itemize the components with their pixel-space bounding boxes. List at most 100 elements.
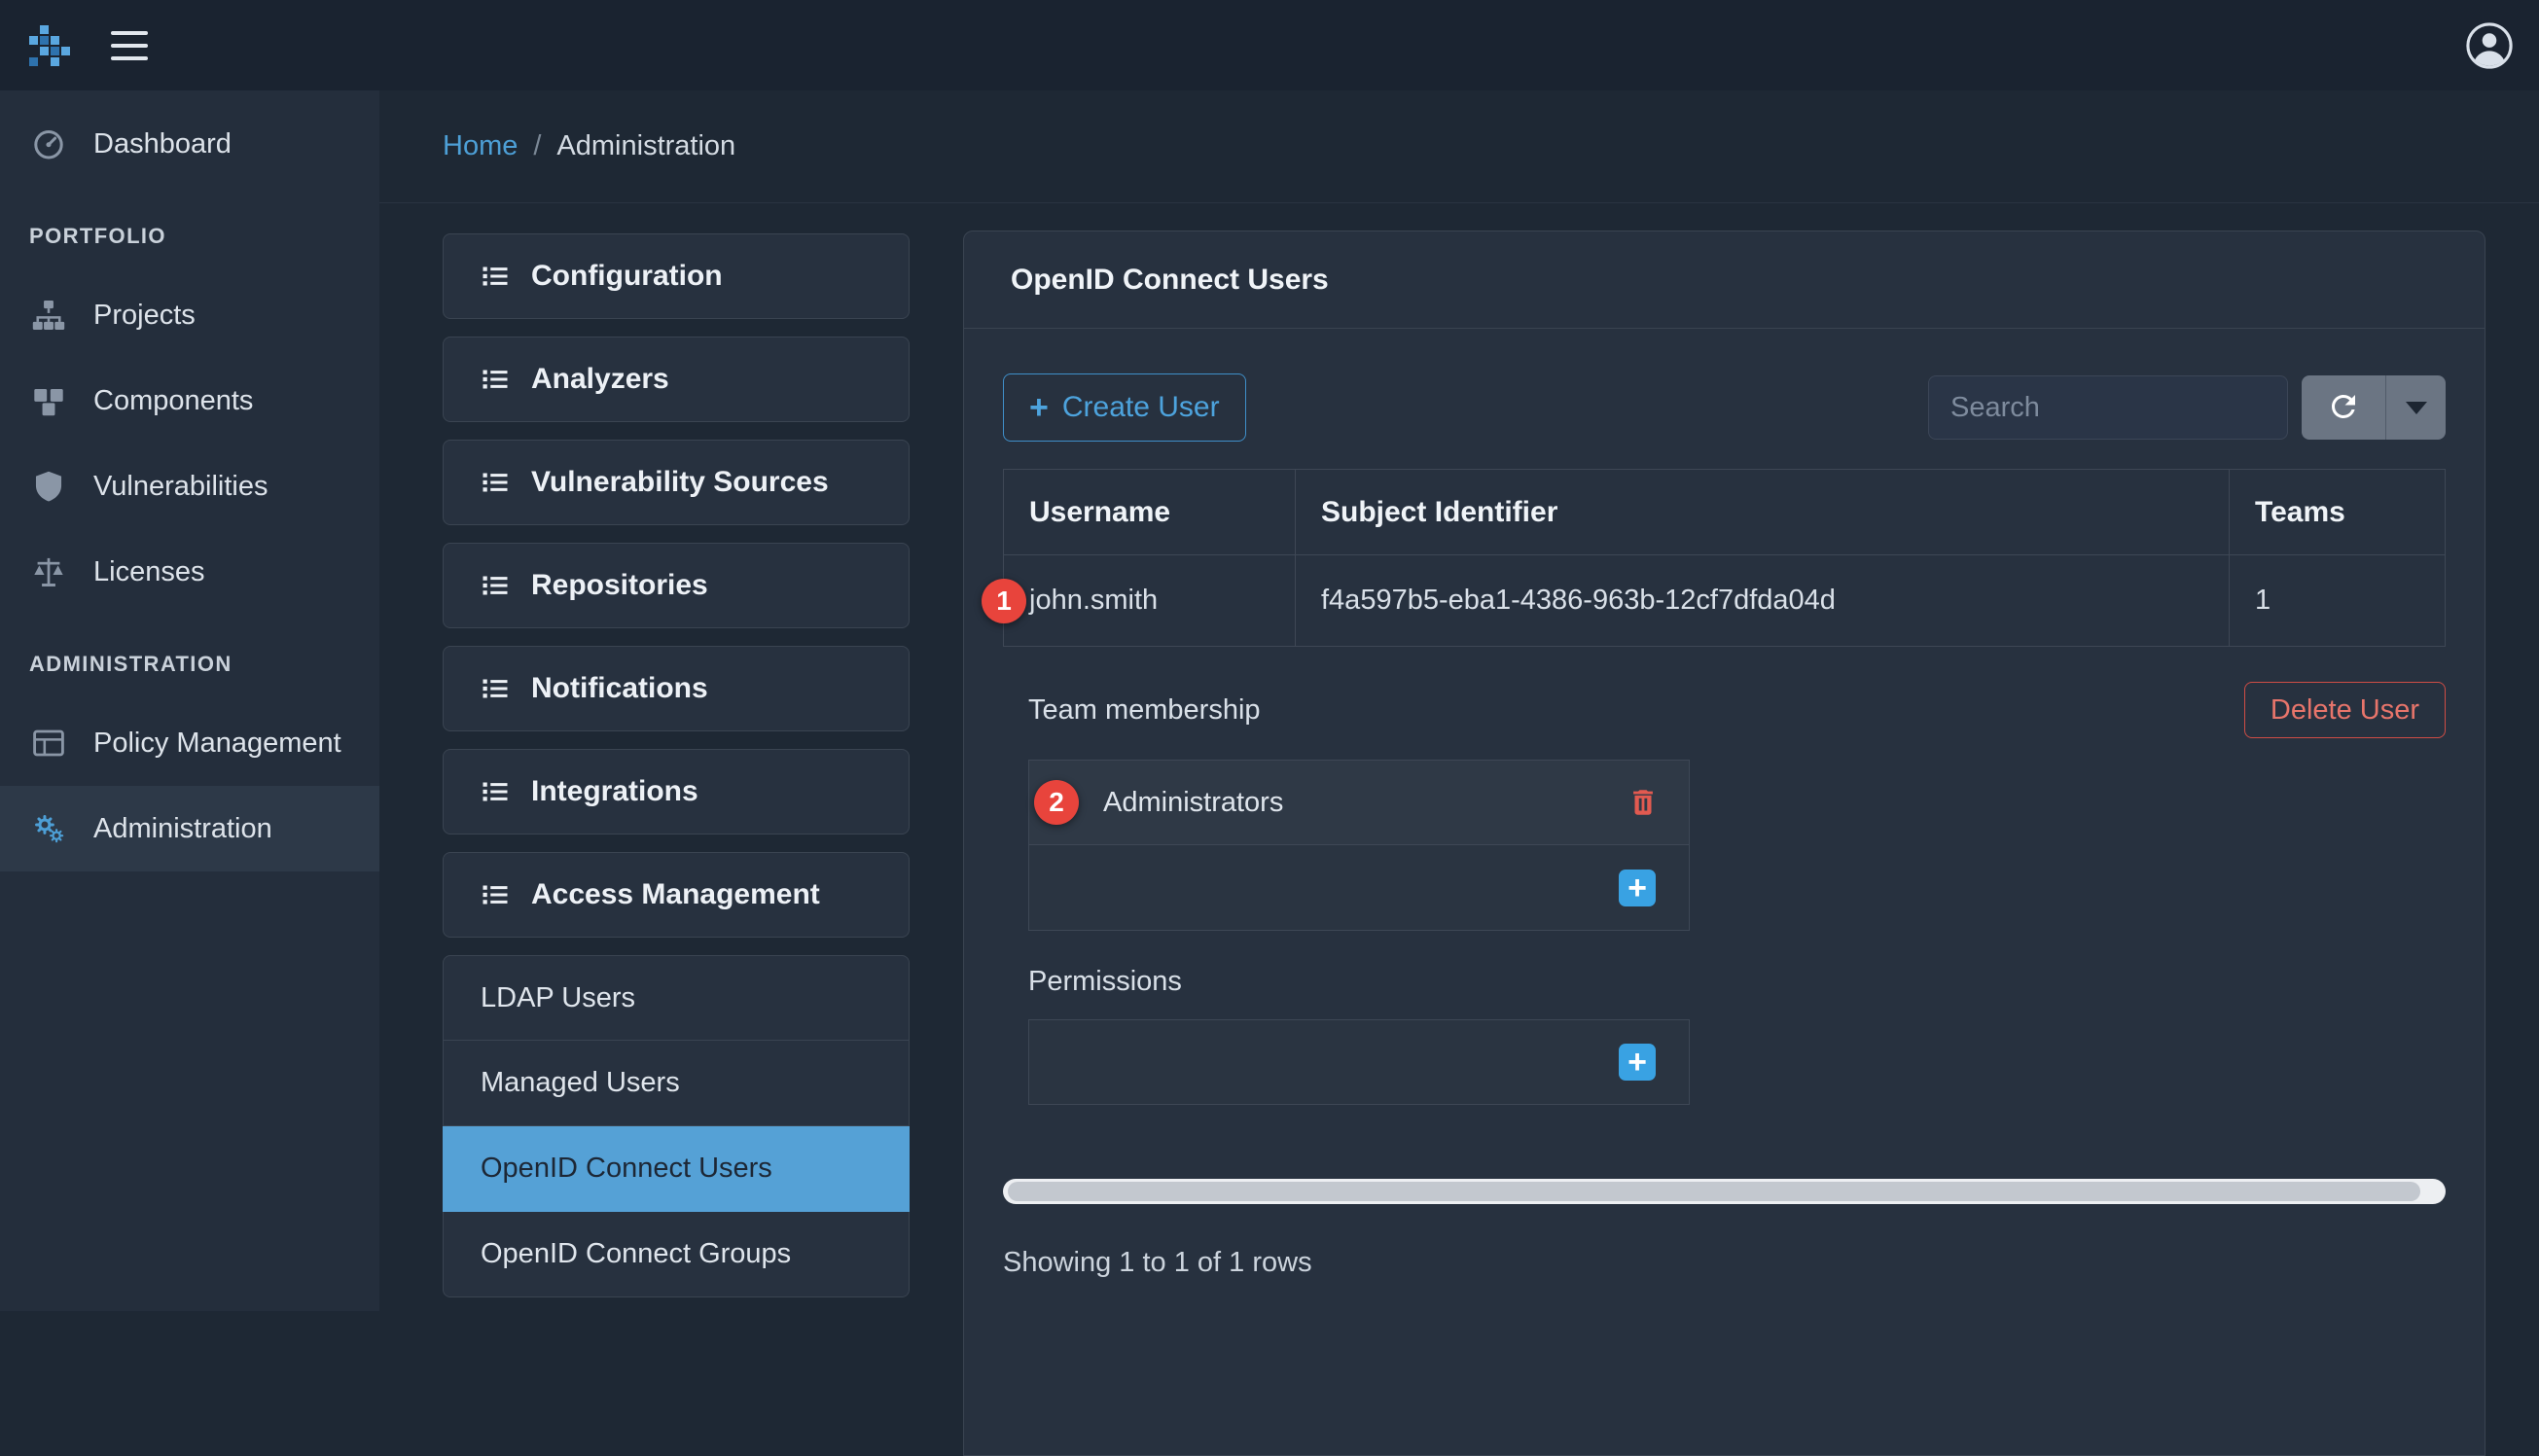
user-detail-section: Team membership Delete User Administrato… <box>1003 682 2446 1105</box>
admin-menu-analyzers[interactable]: Analyzers <box>443 337 910 422</box>
list-icon <box>481 468 510 497</box>
list-icon <box>481 880 510 909</box>
add-team-row: + <box>1028 845 1690 931</box>
list-icon <box>481 777 510 806</box>
remove-team-trash-icon[interactable] <box>1627 786 1660 819</box>
menu-group-label: Configuration <box>531 260 723 293</box>
column-header-teams[interactable]: Teams <box>2230 470 2446 555</box>
add-permission-row: + <box>1028 1019 1690 1105</box>
team-row-administrators: Administrators <box>1028 760 1690 845</box>
pagination-status: Showing 1 to 1 of 1 rows <box>1003 1247 2446 1279</box>
sidebar-item-licenses[interactable]: Licenses <box>0 529 379 615</box>
add-permission-button[interactable]: + <box>1619 1044 1656 1081</box>
breadcrumb-home-link[interactable]: Home <box>443 130 518 162</box>
detail-header: Team membership Delete User <box>1028 682 2446 738</box>
admin-menu: Configuration Analyzers Vulnerability So… <box>443 233 910 1297</box>
list-icon <box>481 571 510 600</box>
sidebar-item-administration[interactable]: Administration <box>0 786 379 871</box>
scrollbar-thumb[interactable] <box>1008 1182 2420 1201</box>
menu-group-label: Access Management <box>531 878 820 911</box>
panel-header: OpenID Connect Users <box>964 231 2485 329</box>
breadcrumb-separator: / <box>533 130 541 162</box>
sidebar-item-projects[interactable]: Projects <box>0 272 379 358</box>
delete-user-button[interactable]: Delete User <box>2244 682 2446 738</box>
menu-item-managed-users[interactable]: Managed Users <box>443 1041 910 1126</box>
panel-body: + Create User Username Subje <box>964 329 2485 1279</box>
menu-item-ldap-users[interactable]: LDAP Users <box>443 955 910 1041</box>
sidebar-item-components[interactable]: Components <box>0 358 379 444</box>
cell-subject-identifier: f4a597b5-eba1-4386-963b-12cf7dfda04d <box>1296 555 2230 647</box>
admin-menu-integrations[interactable]: Integrations <box>443 749 910 835</box>
horizontal-scrollbar[interactable] <box>1003 1179 2446 1204</box>
page-title: OpenID Connect Users <box>1011 264 1329 297</box>
sidebar-item-label: Dashboard <box>93 128 232 160</box>
menu-item-label: OpenID Connect Users <box>481 1153 772 1185</box>
cell-username: john.smith <box>1004 555 1296 647</box>
sidebar-item-vulnerabilities[interactable]: Vulnerabilities <box>0 444 379 529</box>
team-name: Administrators <box>1103 787 1283 819</box>
menu-group-label: Repositories <box>531 569 708 602</box>
list-icon <box>481 674 510 703</box>
sidebar-item-dashboard[interactable]: Dashboard <box>0 101 379 187</box>
refresh-button-group <box>2302 375 2446 440</box>
sidebar-item-label: Licenses <box>93 556 204 588</box>
app-logo-icon[interactable] <box>25 21 74 70</box>
menu-item-label: Managed Users <box>481 1067 680 1099</box>
top-navbar <box>0 0 2539 90</box>
permissions-label: Permissions <box>1028 966 2446 998</box>
projects-icon <box>29 298 68 333</box>
breadcrumb-current: Administration <box>556 130 735 162</box>
admin-menu-access-management[interactable]: Access Management <box>443 852 910 938</box>
toolbar: + Create User <box>1003 373 2446 442</box>
admin-menu-notifications[interactable]: Notifications <box>443 646 910 731</box>
shield-icon <box>29 469 68 504</box>
hamburger-menu-icon[interactable] <box>111 31 148 60</box>
breadcrumb: Home / Administration <box>379 90 2539 203</box>
permissions-table: + <box>1028 1019 1690 1105</box>
admin-menu-configuration[interactable]: Configuration <box>443 233 910 319</box>
menu-item-label: LDAP Users <box>481 982 635 1014</box>
menu-group-label: Integrations <box>531 775 698 808</box>
admin-menu-repositories[interactable]: Repositories <box>443 543 910 628</box>
sidebar-section-administration: ADMINISTRATION <box>0 615 379 700</box>
columns-dropdown-button[interactable] <box>2385 375 2446 440</box>
policy-icon <box>29 726 68 761</box>
access-management-sublist: LDAP Users Managed Users OpenID Connect … <box>443 955 910 1297</box>
menu-item-label: OpenID Connect Groups <box>481 1238 791 1270</box>
plus-icon: + <box>1627 871 1647 905</box>
menu-item-openid-connect-users[interactable]: OpenID Connect Users <box>443 1126 910 1212</box>
list-icon <box>481 365 510 394</box>
menu-item-openid-connect-groups[interactable]: OpenID Connect Groups <box>443 1212 910 1297</box>
sidebar-item-policy-management[interactable]: Policy Management <box>0 700 379 786</box>
annotation-marker-1: 1 <box>982 579 1026 623</box>
cell-teams: 1 <box>2230 555 2446 647</box>
refresh-button[interactable] <box>2302 375 2385 440</box>
user-avatar-icon[interactable] <box>2465 21 2514 70</box>
scale-icon <box>29 554 68 589</box>
annotation-marker-2: 2 <box>1034 780 1079 825</box>
sidebar-section-portfolio: PORTFOLIO <box>0 187 379 272</box>
gears-icon <box>29 811 68 846</box>
oidc-users-panel: OpenID Connect Users + Create User <box>963 231 2485 1456</box>
plus-icon: + <box>1627 1046 1647 1079</box>
search-input[interactable] <box>1928 375 2288 440</box>
chevron-down-icon <box>2406 402 2427 414</box>
admin-menu-vulnerability-sources[interactable]: Vulnerability Sources <box>443 440 910 525</box>
sidebar-item-label: Administration <box>93 813 272 845</box>
table-row[interactable]: john.smith f4a597b5-eba1-4386-963b-12cf7… <box>1004 555 2446 647</box>
menu-group-label: Notifications <box>531 672 708 705</box>
oidc-users-table: Username Subject Identifier Teams john.s… <box>1003 469 2446 647</box>
add-team-button[interactable]: + <box>1619 870 1656 906</box>
sidebar-item-label: Components <box>93 385 253 417</box>
column-header-username[interactable]: Username <box>1004 470 1296 555</box>
create-user-button[interactable]: + Create User <box>1003 373 1246 442</box>
sidebar-item-label: Vulnerabilities <box>93 471 268 503</box>
dashboard-icon <box>29 126 68 161</box>
create-user-label: Create User <box>1062 391 1220 424</box>
sidebar: Dashboard PORTFOLIO Projects Components … <box>0 90 379 1311</box>
column-header-subject-identifier[interactable]: Subject Identifier <box>1296 470 2230 555</box>
plus-icon: + <box>1029 391 1049 424</box>
list-icon <box>481 262 510 291</box>
components-icon <box>29 383 68 418</box>
sidebar-item-label: Policy Management <box>93 728 341 760</box>
